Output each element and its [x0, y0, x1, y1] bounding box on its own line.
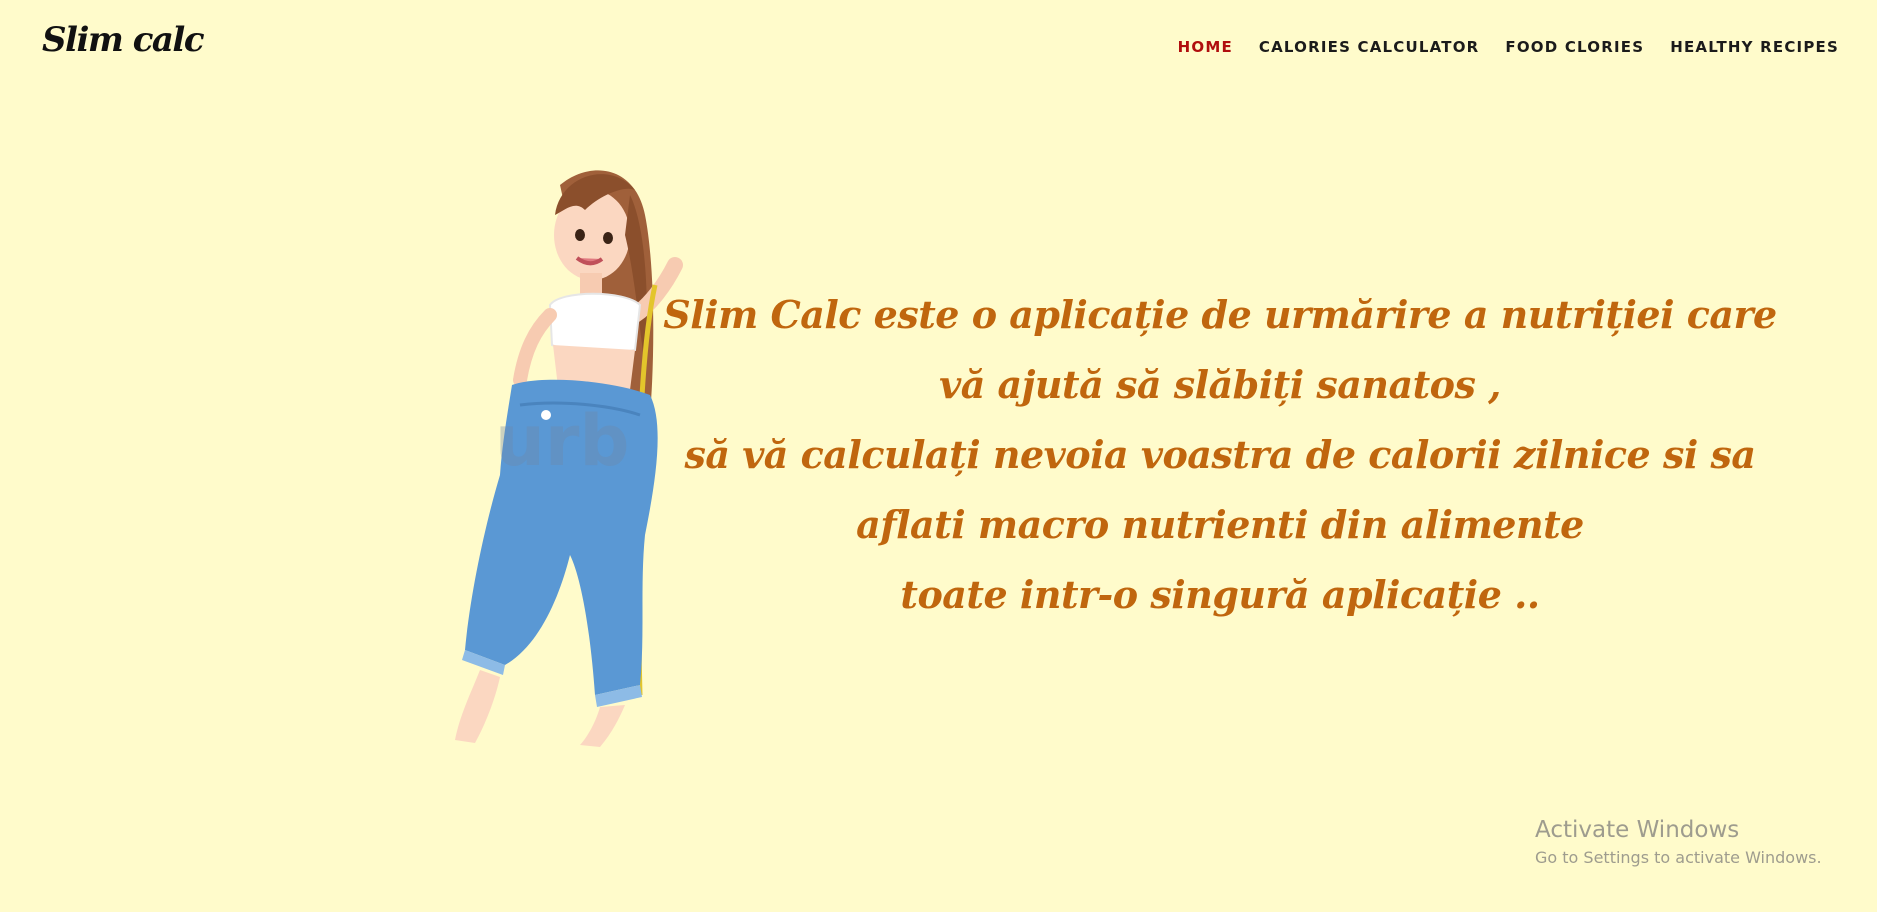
hero-line: aflati macro nutrienti din alimente [856, 502, 1584, 547]
hero-text: Slim Calc este o aplicație de urmărire a… [650, 280, 1790, 630]
hero-line: vă ajută să slăbiți sanatos , [939, 362, 1501, 407]
site-logo[interactable]: Slim calc [42, 20, 205, 60]
main-nav: HOME CALORIES CALCULATOR FOOD CLORIES HE… [1178, 38, 1839, 56]
watermark-title: Activate Windows [1535, 817, 1740, 843]
hero-line: toate intr-o singură aplicație .. [900, 572, 1540, 617]
watermark-subtitle: Go to Settings to activate Windows. [1535, 848, 1822, 867]
illustration-overlay-text: urb [495, 400, 629, 482]
nav-food-calories[interactable]: FOOD CLORIES [1505, 38, 1644, 56]
nav-healthy-recipes[interactable]: HEALTHY RECIPES [1670, 38, 1839, 56]
hero-line: Slim Calc este o aplicație de urmărire a… [663, 292, 1777, 337]
activate-windows-watermark: Activate Windows Go to Settings to activ… [1535, 815, 1822, 871]
nav-calories-calculator[interactable]: CALORIES CALCULATOR [1259, 38, 1480, 56]
hero-line: să vă calculați nevoia voastra de calori… [684, 432, 1756, 477]
nav-home[interactable]: HOME [1178, 38, 1233, 56]
landing-page: Slim calc HOME CALORIES CALCULATOR FOOD … [0, 0, 1877, 912]
